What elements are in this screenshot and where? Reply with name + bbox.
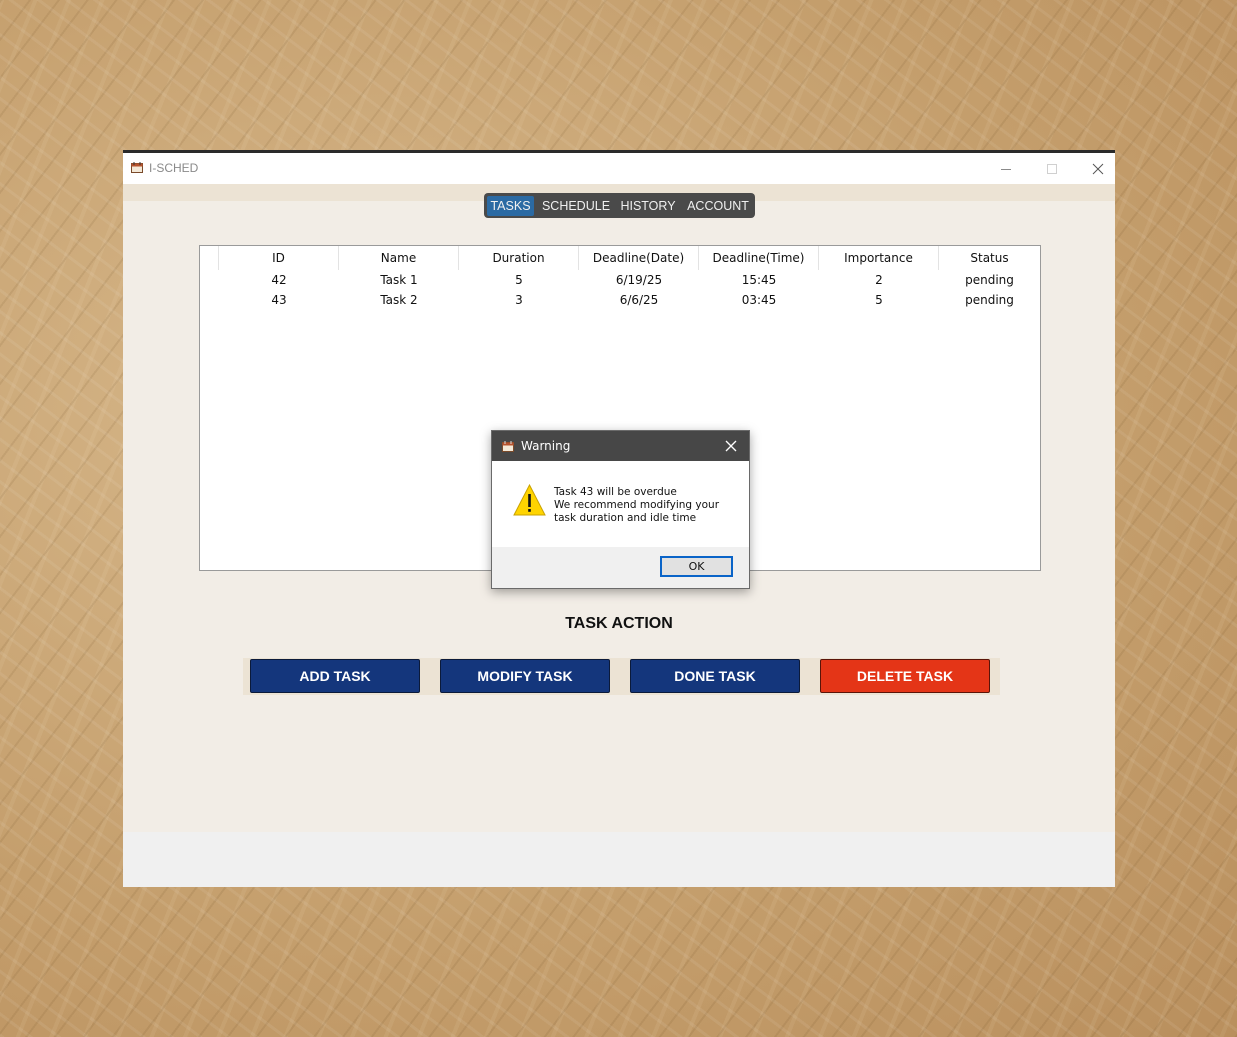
dialog-message-line: Task 43 will be overdue [554, 486, 677, 498]
cell-deadline-date: 6/19/25 [615, 273, 663, 287]
cell-status: pending [965, 293, 1014, 307]
dialog-footer: OK [492, 547, 749, 588]
cell-importance: 2 [875, 273, 883, 287]
dialog-title-bar: Warning [492, 431, 749, 461]
done-task-button[interactable]: DONE TASK [630, 659, 800, 693]
ok-button[interactable]: OK [660, 556, 733, 577]
column-header-status[interactable]: Status [939, 246, 1040, 270]
cell-id: 43 [271, 293, 287, 307]
add-task-button[interactable]: ADD TASK [250, 659, 420, 693]
cell-deadline-time: 15:45 [741, 273, 777, 287]
cell-name: Task 2 [380, 293, 418, 307]
dialog-message-line: We recommend modifying your [554, 499, 720, 511]
maximize-icon [1047, 164, 1057, 174]
dialog-message: Task 43 will be overdue We recommend mod… [554, 486, 719, 525]
warning-dialog: Warning Task 43 will be overdue We recom… [491, 430, 750, 589]
nav-bar: TASKS SCHEDULE HISTORY ACCOUNT [484, 193, 755, 218]
column-header-id[interactable]: ID [219, 246, 339, 270]
dialog-title: Warning [521, 439, 571, 453]
dialog-message-line: task duration and idle time [554, 512, 697, 524]
cell-status: pending [965, 273, 1014, 287]
calendar-icon [131, 162, 143, 173]
delete-task-button[interactable]: DELETE TASK [820, 659, 990, 693]
cell-id: 42 [271, 273, 287, 287]
close-button[interactable] [1075, 153, 1121, 184]
footer-band [123, 832, 1115, 887]
minimize-icon [1001, 169, 1011, 170]
tab-history[interactable]: HISTORY [617, 196, 679, 216]
tab-schedule[interactable]: SCHEDULE [540, 196, 612, 216]
title-bar: I-SCHED [123, 153, 1115, 184]
cell-duration: 3 [515, 293, 523, 307]
calendar-icon [502, 441, 514, 452]
close-icon[interactable] [724, 439, 738, 453]
column-header-deadline-date[interactable]: Deadline(Date) [579, 246, 699, 270]
minimize-button[interactable] [983, 153, 1029, 184]
cell-name: Task 1 [380, 273, 418, 287]
column-header-deadline-time[interactable]: Deadline(Time) [699, 246, 819, 270]
column-header-importance[interactable]: Importance [819, 246, 939, 270]
column-header-duration[interactable]: Duration [459, 246, 579, 270]
column-header-name[interactable]: Name [339, 246, 459, 270]
cell-duration: 5 [515, 273, 523, 287]
warning-triangle-icon [513, 484, 546, 516]
tab-account[interactable]: ACCOUNT [684, 196, 752, 216]
window-title: I-SCHED [149, 161, 199, 175]
close-icon [1092, 163, 1104, 175]
task-action-heading: TASK ACTION [565, 615, 673, 632]
cell-deadline-date: 6/6/25 [619, 293, 659, 307]
maximize-button[interactable] [1029, 153, 1075, 184]
modify-task-button[interactable]: MODIFY TASK [440, 659, 610, 693]
tab-tasks[interactable]: TASKS [487, 196, 534, 216]
cell-deadline-time: 03:45 [741, 293, 777, 307]
cell-importance: 5 [875, 293, 883, 307]
row-indicator-header [200, 246, 219, 270]
